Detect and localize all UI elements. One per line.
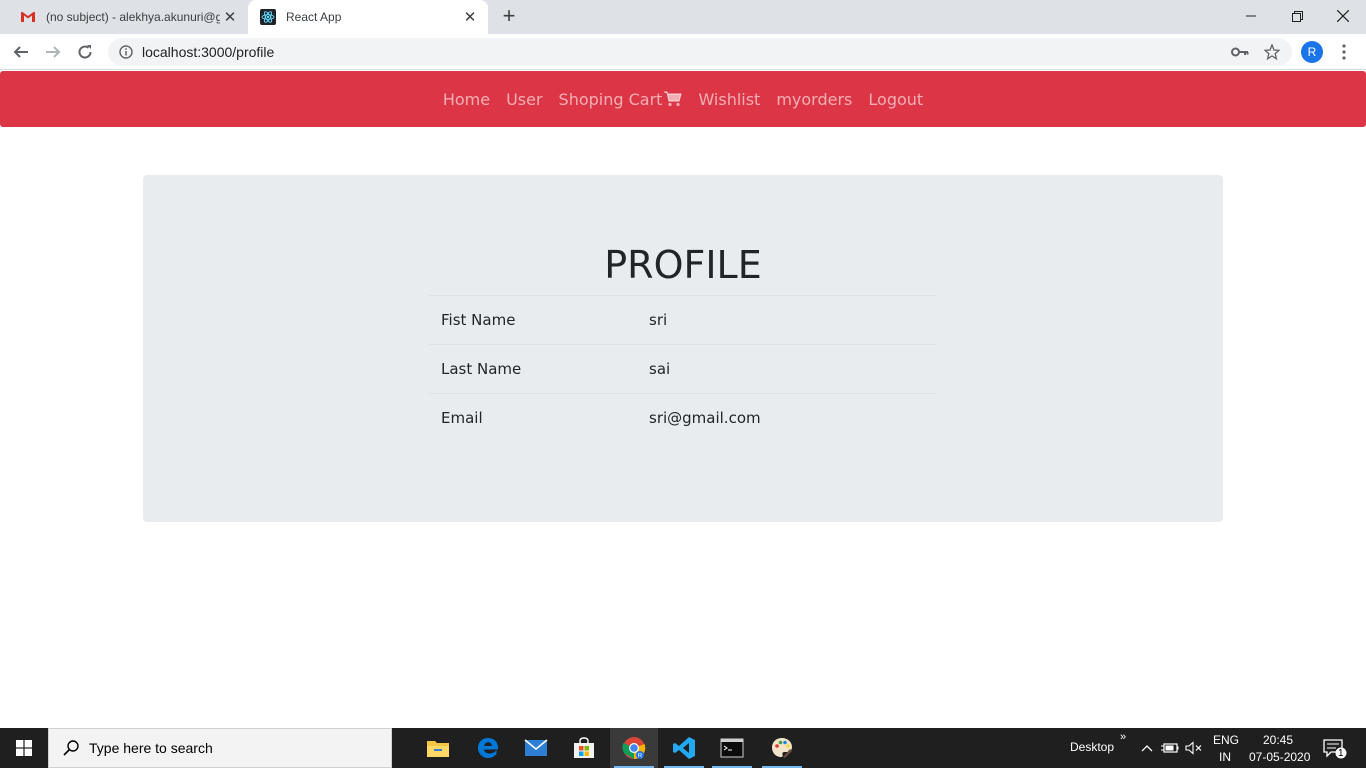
clock-date: 07-05-2020 bbox=[1249, 750, 1311, 764]
first-name-value: sri bbox=[649, 311, 668, 329]
profile-table: Fist Name sri Last Name sai Email sri@gm… bbox=[429, 295, 937, 442]
notification-count: 1 bbox=[1338, 748, 1344, 759]
info-icon[interactable] bbox=[118, 44, 134, 60]
desktop-toolbar-label[interactable]: Desktop bbox=[1070, 740, 1114, 754]
nav-user[interactable]: User bbox=[498, 90, 550, 109]
windows-start-icon[interactable] bbox=[0, 728, 48, 768]
tab-strip: (no subject) - alekhya.akunuri@g ✕ React… bbox=[0, 0, 1366, 34]
address-bar[interactable]: localhost:3000/profile bbox=[108, 38, 1292, 66]
chevron-right-icon[interactable]: » bbox=[1120, 731, 1126, 743]
profile-avatar[interactable]: R bbox=[1301, 41, 1323, 63]
battery-icon[interactable] bbox=[1160, 738, 1180, 758]
new-tab-button[interactable]: + bbox=[498, 5, 520, 28]
star-icon[interactable] bbox=[1260, 40, 1284, 64]
store-icon[interactable] bbox=[560, 728, 608, 768]
mail-icon[interactable] bbox=[512, 728, 560, 768]
chrome-icon[interactable]: R bbox=[610, 728, 658, 768]
key-icon[interactable] bbox=[1228, 40, 1252, 64]
close-tab-icon[interactable]: ✕ bbox=[220, 7, 240, 27]
speaker-muted-icon[interactable] bbox=[1184, 738, 1204, 758]
close-tab-icon[interactable]: ✕ bbox=[460, 7, 480, 27]
nav-shopping-cart[interactable]: Shoping Cart bbox=[551, 90, 691, 109]
reload-icon[interactable] bbox=[72, 39, 98, 65]
notification-icon[interactable] bbox=[1322, 738, 1348, 759]
tab-react-app[interactable]: React App ✕ bbox=[248, 0, 488, 34]
table-row: Fist Name sri bbox=[429, 295, 937, 344]
language-region: IN bbox=[1219, 750, 1231, 764]
edge-icon[interactable] bbox=[464, 728, 512, 768]
last-name-label: Last Name bbox=[441, 360, 522, 378]
nav-cart-label: Shoping Cart bbox=[558, 89, 663, 109]
first-name-label: Fist Name bbox=[441, 311, 516, 329]
page-viewport: Home User Shoping Cart Wishlist myorders… bbox=[0, 71, 1366, 728]
tab-gmail[interactable]: (no subject) - alekhya.akunuri@g ✕ bbox=[8, 0, 248, 34]
last-name-value: sai bbox=[649, 360, 671, 378]
tab-title: (no subject) - alekhya.akunuri@g bbox=[46, 10, 220, 24]
nav-myorders[interactable]: myorders bbox=[768, 90, 860, 109]
nav-wishlist[interactable]: Wishlist bbox=[690, 90, 768, 109]
minimize-button[interactable] bbox=[1228, 0, 1274, 32]
svg-text:R: R bbox=[638, 754, 643, 760]
react-icon bbox=[260, 9, 276, 25]
table-row: Email sri@gmail.com bbox=[429, 393, 937, 442]
clock-time[interactable]: 20:45 bbox=[1263, 733, 1293, 747]
close-window-button[interactable] bbox=[1320, 0, 1366, 32]
taskbar-search[interactable]: Type here to search bbox=[48, 728, 392, 768]
windows-taskbar: Type here to search R Desktop » ENG IN 2… bbox=[0, 728, 1366, 768]
shopping-cart-icon bbox=[664, 91, 683, 107]
email-value: sri@gmail.com bbox=[649, 409, 761, 427]
nav-logout[interactable]: Logout bbox=[860, 90, 931, 109]
language-indicator[interactable]: ENG bbox=[1213, 733, 1239, 747]
back-icon[interactable] bbox=[8, 39, 34, 65]
forward-icon[interactable] bbox=[40, 39, 66, 65]
nav-home[interactable]: Home bbox=[435, 90, 498, 109]
vscode-icon[interactable] bbox=[660, 728, 708, 768]
paint-icon[interactable] bbox=[758, 728, 806, 768]
tab-title: React App bbox=[286, 10, 342, 24]
search-icon bbox=[61, 738, 81, 758]
terminal-icon[interactable] bbox=[708, 728, 756, 768]
email-label: Email bbox=[441, 409, 483, 427]
menu-icon[interactable] bbox=[1334, 40, 1354, 64]
restore-button[interactable] bbox=[1274, 0, 1320, 32]
table-row: Last Name sai bbox=[429, 344, 937, 393]
gmail-icon bbox=[20, 9, 36, 25]
file-explorer-icon[interactable] bbox=[414, 728, 462, 768]
browser-toolbar: localhost:3000/profile R bbox=[0, 34, 1366, 70]
chevron-up-icon[interactable] bbox=[1137, 738, 1157, 758]
navbar: Home User Shoping Cart Wishlist myorders… bbox=[0, 71, 1366, 127]
search-placeholder: Type here to search bbox=[89, 740, 213, 756]
page-title: PROFILE bbox=[604, 243, 762, 287]
profile-card: PROFILE Fist Name sri Last Name sai Emai… bbox=[143, 175, 1223, 522]
url-text: localhost:3000/profile bbox=[142, 44, 275, 60]
